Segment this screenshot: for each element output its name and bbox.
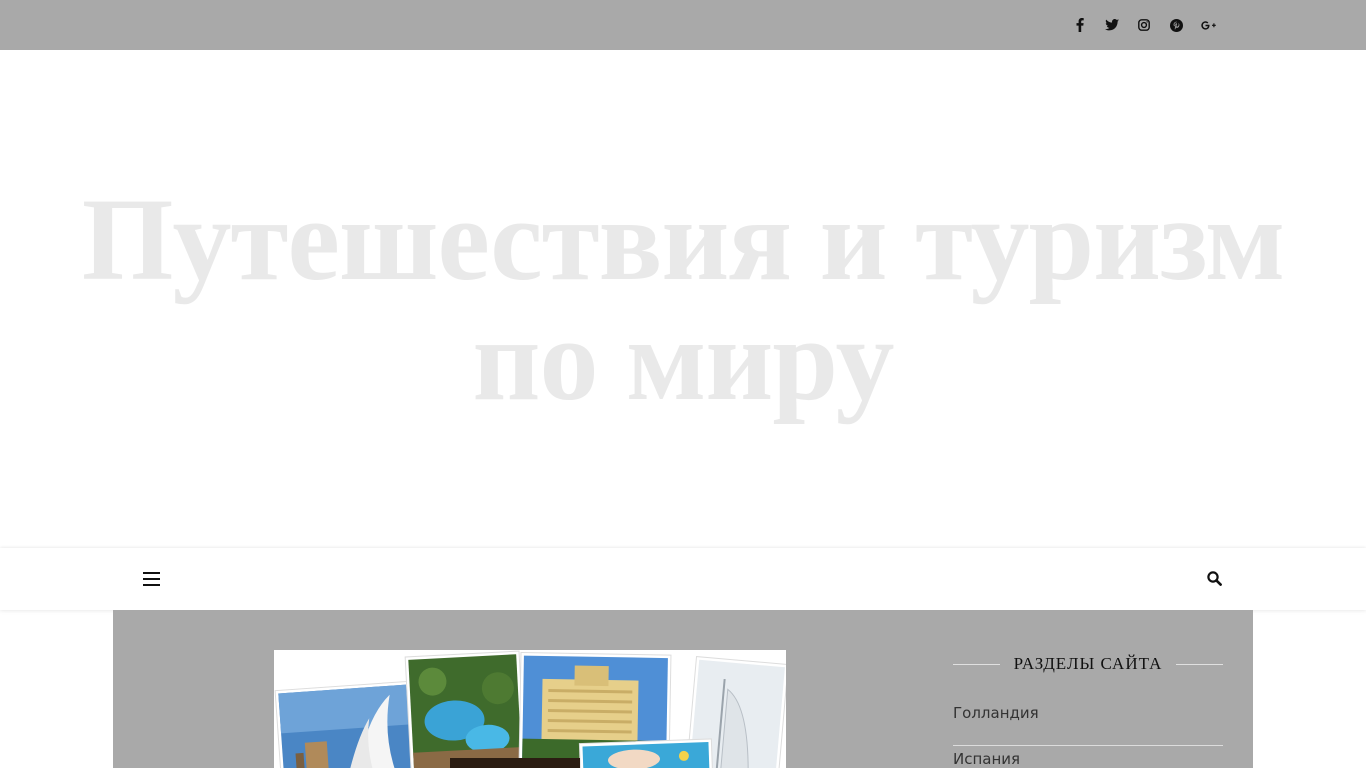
google-plus-icon[interactable]: [1192, 0, 1224, 50]
social-links: [1064, 0, 1224, 50]
search-icon[interactable]: [1207, 571, 1222, 591]
instagram-icon[interactable]: [1128, 0, 1160, 50]
twitter-icon[interactable]: [1096, 0, 1128, 50]
site-header: Путешествия и туризм по миру: [0, 50, 1366, 548]
hamburger-menu-icon[interactable]: [143, 572, 160, 586]
featured-image[interactable]: [274, 650, 786, 768]
widget-title-text: РАЗДЕЛЫ САЙТА: [1013, 654, 1163, 673]
title-divider-left: [953, 663, 1000, 665]
site-title[interactable]: Путешествия и туризм по миру: [33, 180, 1333, 420]
category-item-spain[interactable]: Испания: [953, 746, 1223, 768]
category-item-holland[interactable]: Голландия: [953, 700, 1223, 746]
sidebar-widget-title: РАЗДЕЛЫ САЙТА: [953, 654, 1223, 674]
content-area: РАЗДЕЛЫ САЙТА Голландия Испания: [113, 610, 1253, 768]
site-title-line-2: по миру: [472, 294, 895, 425]
main-navbar: [0, 548, 1366, 610]
site-title-line-1: Путешествия и туризм: [81, 174, 1286, 305]
facebook-icon[interactable]: [1064, 0, 1096, 50]
top-bar: [0, 0, 1366, 50]
title-divider-right: [1176, 663, 1223, 665]
category-list: Голландия Испания: [953, 700, 1223, 768]
pinterest-icon[interactable]: [1160, 0, 1192, 50]
